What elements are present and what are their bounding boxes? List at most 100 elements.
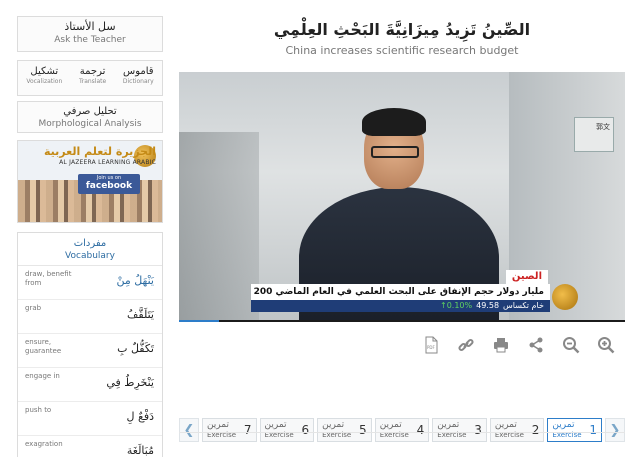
vocab-definition: engage in [25,372,60,380]
vocalization-button[interactable]: تشكيل Vocalization [26,66,62,95]
person-hair [362,108,426,136]
video-door-sign: 郭文 [574,117,614,152]
translate-label-ar: ترجمة [79,66,106,77]
vocalization-label-en: Vocalization [26,78,63,85]
facebook-join-text: Join us on [96,175,122,181]
chevron-left-icon: ❮ [183,422,195,438]
bottom-divider [179,432,625,433]
video-background-left [179,132,259,322]
pdf-button[interactable]: PDF [420,334,442,356]
lower-third-headline: 200 مليار دولار حجم الإنفاق على البحث ال… [251,284,550,300]
dictionary-button[interactable]: قاموس Dictionary [123,66,154,95]
banner-logo-en: AL JAZEERA LEARNING ARABIC [59,159,156,166]
vocalization-label-ar: تشكيل [30,66,59,77]
article-toolbar: PDF [420,334,617,356]
exercise-label-ar: تمرين [494,420,517,430]
ask-teacher-label-ar: سل الأستاذ [64,20,116,33]
exercise-label-ar: تمرين [437,420,460,430]
exercise-tab-3[interactable]: 3 تمرين Exercise [432,418,487,442]
vocabulary-panel: مفردات Vocabulary draw, benefit from يَن… [17,232,163,457]
morph-label-en: Morphological Analysis [38,119,142,129]
exercise-tab-6[interactable]: 6 تمرين Exercise [259,418,315,442]
exercise-tab-4[interactable]: 4 تمرين Exercise [374,418,430,442]
vocab-item[interactable]: draw, benefit from يَنْهَلُ مِنْ [18,266,162,300]
exercise-label-ar: تمرين [206,420,229,430]
vocab-word: يَنْخَرِطُ فِي [106,376,154,389]
exercise-tab-1[interactable]: 1 تمرين Exercise [547,418,602,442]
exercise-label-ar: تمرين [322,420,345,430]
vocab-word: يَنْهَلُ مِنْ [116,274,154,287]
translate-button[interactable]: ترجمة Translate [79,66,106,95]
facebook-button[interactable]: Join us on facebook [78,174,140,194]
vocab-definition: grab [25,304,42,312]
ask-teacher-label-en: Ask the Teacher [54,35,126,45]
vocabulary-header: مفردات Vocabulary [18,233,162,266]
video-player[interactable]: 郭文 الصين 200 مليار دولار حجم الإنفاق على… [179,72,625,322]
vocab-word: تَكَفُّلٌ بِ [117,342,154,355]
exercise-tab-7[interactable]: 7 تمرين Exercise [201,418,257,442]
banner-logo-ar: الجزيرة لتعلم العربية [44,145,156,158]
lower-third-ticker: ↑0.10% 49.58 خام تكساس [251,300,550,312]
ask-teacher-button[interactable]: سل الأستاذ Ask the Teacher [17,16,163,52]
morph-label-ar: تحليل صرفي [63,106,117,117]
exercise-number: 5 [359,423,367,437]
vocab-definition: ensure, guarantee [25,338,62,355]
print-button[interactable] [490,334,512,356]
video-progress-fill [179,320,220,322]
zoom-in-button[interactable] [595,334,617,356]
person-glasses [371,146,419,158]
share-icon [529,337,543,353]
vocab-word: دَفْعٌ لِ [126,410,155,423]
vocab-definition: draw, benefit from [25,270,72,287]
vocab-item[interactable]: grab يَتَلَقَّفُ [18,300,162,334]
facebook-banner[interactable]: الجزيرة لتعلم العربية AL JAZEERA LEARNIN… [17,140,163,223]
share-button[interactable] [525,334,547,356]
zoom-out-button[interactable] [560,334,582,356]
exercise-number: 4 [416,423,425,437]
link-button[interactable] [455,334,477,356]
door-sign-text: 郭文 [596,123,610,131]
vocab-definition: push to [25,406,52,414]
article-title-en: China increases scientific research budg… [285,44,519,57]
vocabulary-title-ar: مفردات [73,238,107,249]
vocab-item[interactable]: push to دَفْعٌ لِ [18,402,162,436]
ticker-label: خام تكساس [503,301,544,310]
morphological-analysis-button[interactable]: تحليل صرفي Morphological Analysis [17,101,163,133]
exercise-label-ar: تمرين [552,420,575,430]
exercise-label-ar: تمرين [264,420,287,430]
zoom-out-icon [563,337,580,354]
article-title-ar: الصِّينُ تَزِيدُ مِيزَانِيَّةَ البَحْثِ … [273,20,531,39]
printer-icon [494,338,508,353]
translate-label-en: Translate [78,78,107,85]
exercise-number: 3 [474,423,482,437]
vocab-word: يَتَلَقَّفُ [127,308,154,321]
vocabulary-title-en: Vocabulary [65,251,115,261]
link-icon [458,338,474,352]
exercise-label-ar: تمرين [379,420,402,430]
lower-third-tag: الصين [505,270,548,284]
main-content: الصِّينُ تَزِيدُ مِيزَانِيَّةَ البَحْثِ … [179,16,625,442]
exercise-next-button[interactable]: ❯ [605,418,625,442]
vocab-item[interactable]: ensure, guarantee تَكَفُّلٌ بِ [18,334,162,368]
sidebar: سل الأستاذ Ask the Teacher قاموس Diction… [17,16,163,457]
page: سل الأستاذ Ask the Teacher قاموس Diction… [0,0,640,457]
exercise-number: 1 [589,423,597,437]
exercise-prev-button[interactable]: ❮ [179,418,199,442]
video-progress-bar[interactable] [179,320,625,322]
chevron-right-icon: ❯ [609,422,621,438]
exercise-number: 2 [531,423,540,437]
ticker-value: 49.58 [476,301,500,310]
vocab-definition: exagration [25,440,63,448]
tools-bar: قاموس Dictionary ترجمة Translate تشكيل V… [17,60,163,96]
vocab-item[interactable]: engage in يَنْخَرِطُ فِي [18,368,162,402]
facebook-logo-text: facebook [85,181,133,191]
exercise-number: 7 [243,423,252,437]
exercise-number: 6 [301,423,310,437]
zoom-in-icon [598,337,615,354]
exercise-tab-2[interactable]: 2 تمرين Exercise [489,418,545,442]
aljazeera-watermark-icon [552,284,578,310]
dictionary-label-ar: قاموس [122,66,154,77]
vocab-item[interactable]: exagration مُبَالَغَة [18,436,162,457]
video-lower-third: الصين 200 مليار دولار حجم الإنفاق على ال… [251,270,625,322]
exercise-tab-5[interactable]: 5 تمرين Exercise [317,418,372,442]
